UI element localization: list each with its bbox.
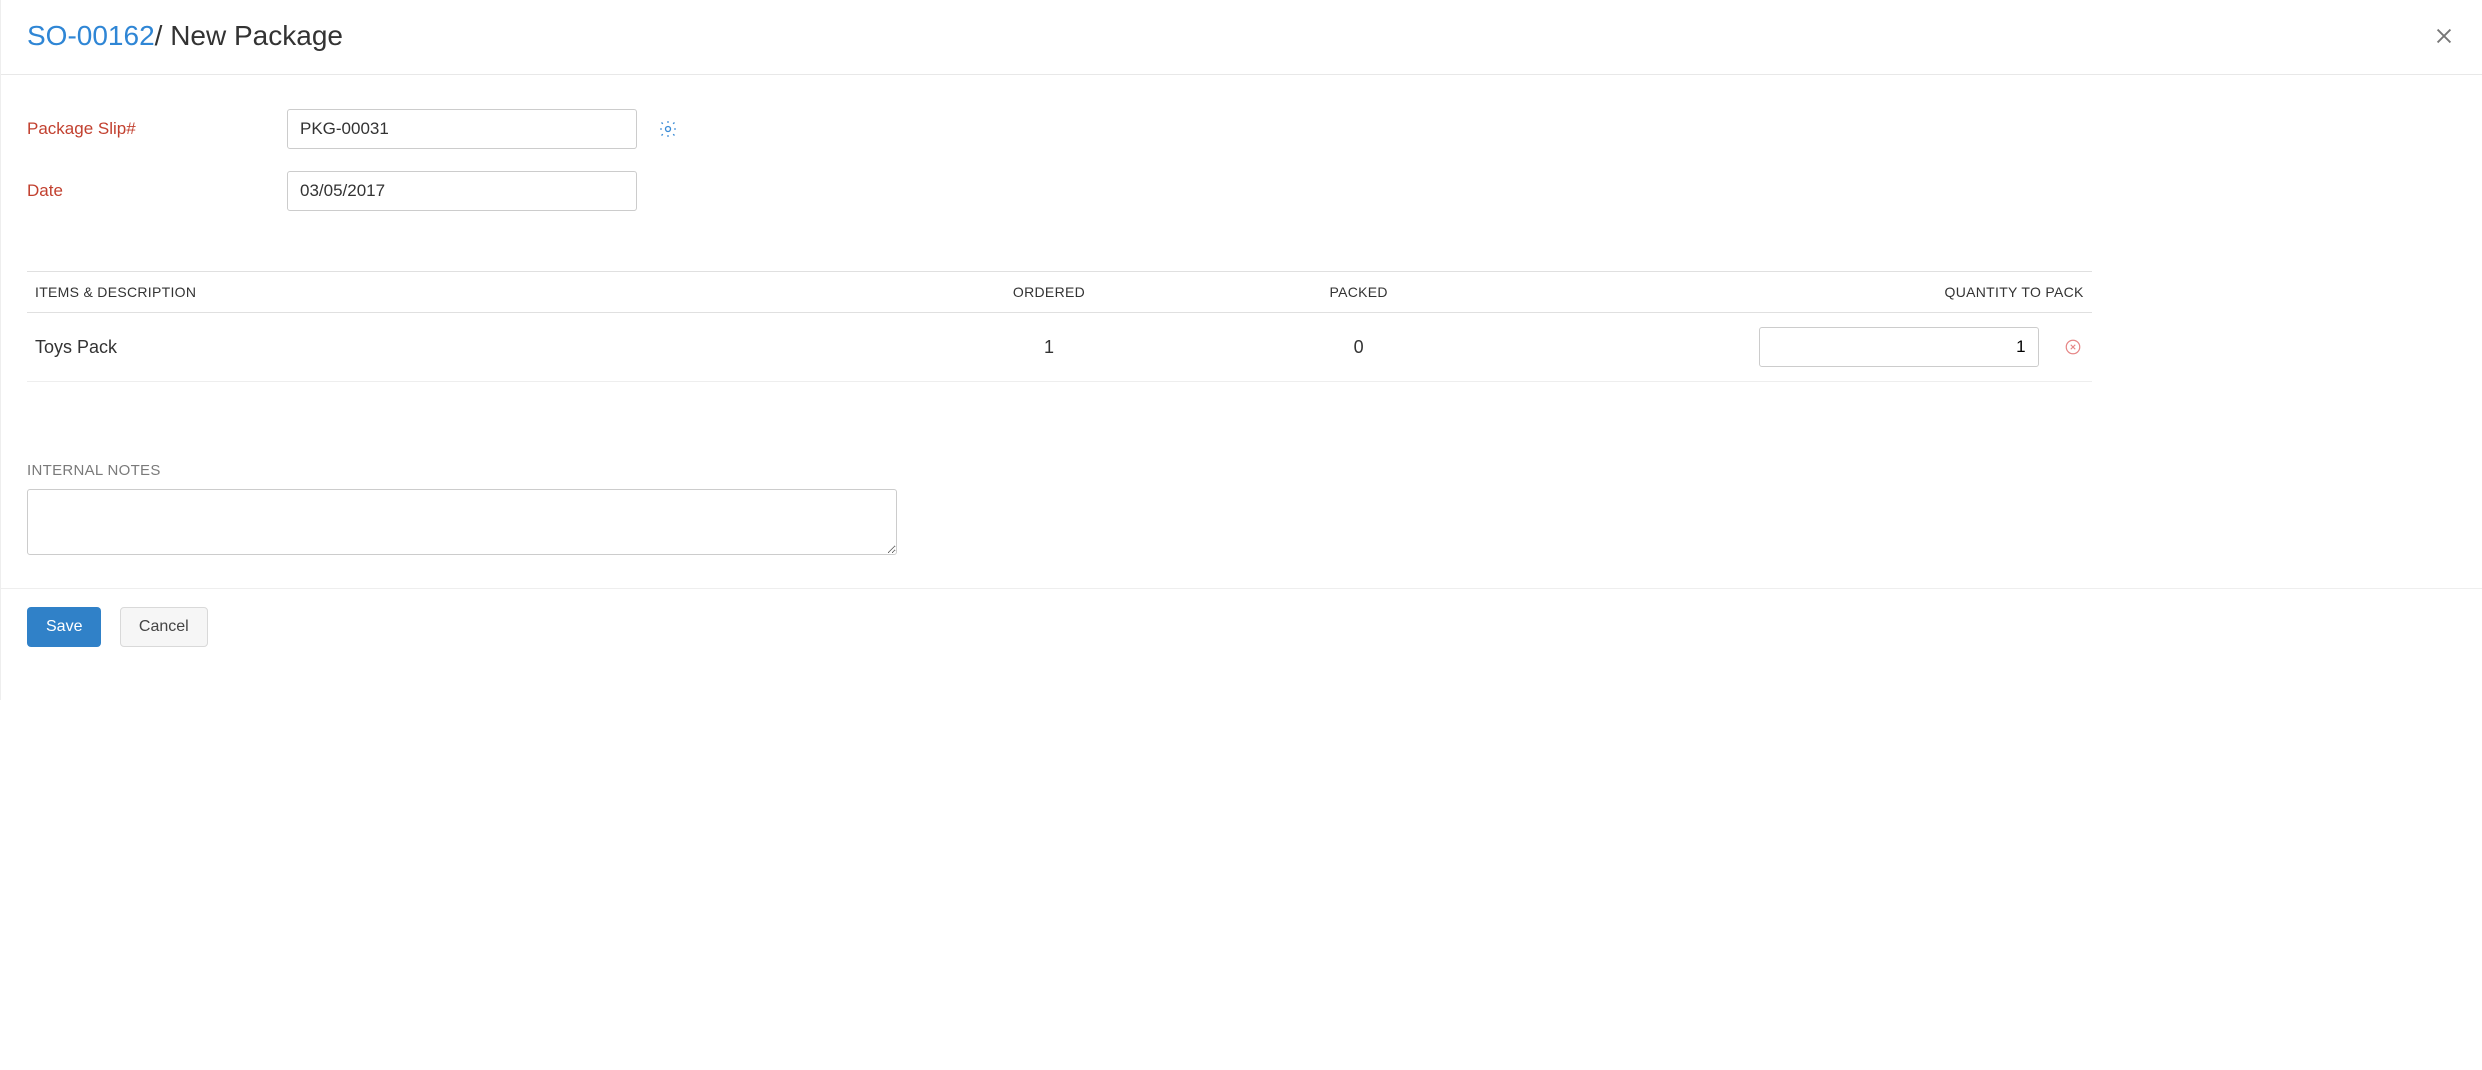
items-table-wrap: ITEMS & DESCRIPTION ORDERED PACKED QUANT… bbox=[1, 271, 2482, 382]
date-row: Date bbox=[27, 171, 2456, 211]
remove-row-icon[interactable] bbox=[2062, 336, 2084, 358]
table-row: Toys Pack 1 0 bbox=[27, 313, 2092, 382]
notes-section: INTERNAL NOTES bbox=[1, 462, 2482, 560]
qty-to-pack-input[interactable] bbox=[1759, 327, 2039, 367]
item-packed: 0 bbox=[1204, 313, 1514, 382]
so-number-link[interactable]: SO-00162 bbox=[27, 20, 155, 51]
footer-actions: Save Cancel bbox=[1, 588, 2482, 665]
save-button[interactable]: Save bbox=[27, 607, 101, 647]
col-ordered: ORDERED bbox=[894, 272, 1204, 313]
col-items: ITEMS & DESCRIPTION bbox=[27, 272, 894, 313]
col-packed: PACKED bbox=[1204, 272, 1514, 313]
items-header-row: ITEMS & DESCRIPTION ORDERED PACKED QUANT… bbox=[27, 272, 2092, 313]
page-title: SO-00162/ New Package bbox=[27, 20, 343, 52]
title-suffix: New Package bbox=[162, 20, 343, 51]
internal-notes-input[interactable] bbox=[27, 489, 897, 555]
close-icon[interactable] bbox=[2432, 24, 2456, 48]
col-qty-to-pack: QUANTITY TO PACK bbox=[1514, 272, 2092, 313]
page-header: SO-00162/ New Package bbox=[1, 0, 2482, 75]
item-name: Toys Pack bbox=[27, 313, 894, 382]
package-slip-row: Package Slip# bbox=[27, 109, 2456, 149]
package-slip-label: Package Slip# bbox=[27, 119, 287, 139]
cancel-button[interactable]: Cancel bbox=[120, 607, 208, 647]
gear-icon[interactable] bbox=[657, 118, 679, 140]
items-table: ITEMS & DESCRIPTION ORDERED PACKED QUANT… bbox=[27, 271, 2092, 382]
form-area: Package Slip# Date bbox=[1, 75, 2482, 211]
notes-label: INTERNAL NOTES bbox=[27, 462, 2456, 479]
package-slip-input[interactable] bbox=[287, 109, 637, 149]
new-package-page: SO-00162/ New Package Package Slip# Date bbox=[0, 0, 2482, 700]
date-label: Date bbox=[27, 181, 287, 201]
item-ordered: 1 bbox=[894, 313, 1204, 382]
date-input[interactable] bbox=[287, 171, 637, 211]
